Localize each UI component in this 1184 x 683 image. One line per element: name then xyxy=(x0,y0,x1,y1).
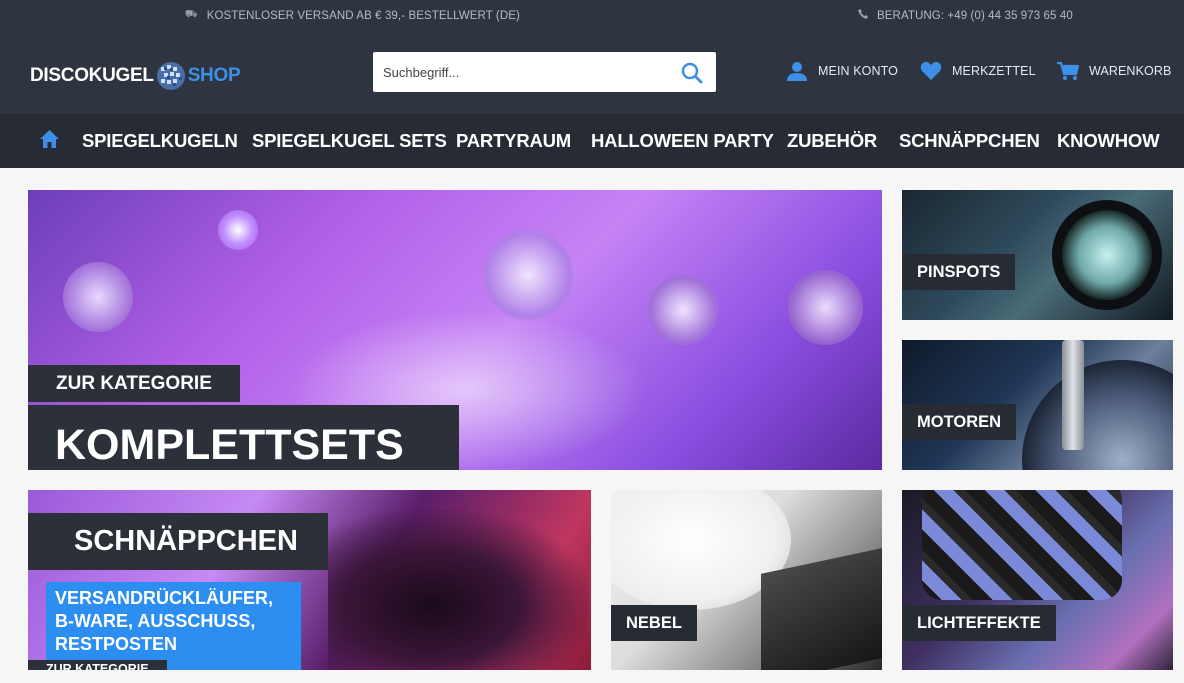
search-box xyxy=(373,52,716,92)
cart-icon xyxy=(1057,61,1079,80)
tile-label-motoren: MOTOREN xyxy=(902,404,1017,440)
account-link[interactable]: MEIN KONTO xyxy=(786,61,898,81)
nav-item-spiegelkugel-sets[interactable]: SPIEGELKUGEL SETS xyxy=(252,130,447,152)
banner-komplettsets[interactable]: ZUR KATEGORIE KOMPLETTSETS xyxy=(28,190,882,470)
tile-label-nebel: NEBEL xyxy=(611,605,697,641)
nav-item-schnaeppchen[interactable]: SCHNÄPPCHEN xyxy=(899,130,1040,152)
shipping-text: KOSTENLOSER VERSAND AB € 39,- BESTELLWER… xyxy=(206,9,520,22)
shop-logo[interactable]: DISCOKUGEL SHOP xyxy=(30,59,241,93)
sale-subtitle-line: VERSANDRÜCKLÄUFER, xyxy=(55,588,274,608)
sale-title: SCHNÄPPCHEN xyxy=(28,513,328,570)
banner-kicker: ZUR KATEGORIE xyxy=(28,365,240,402)
sale-subtitle-box: VERSANDRÜCKLÄUFER, B-WARE, AUSSCHUSS, RE… xyxy=(46,582,301,670)
sale-subtitle-line: B-WARE, AUSSCHUSS, xyxy=(55,611,256,631)
search-input[interactable] xyxy=(373,52,673,92)
disco-ball-image xyxy=(648,275,718,345)
disco-ball-image xyxy=(63,262,133,332)
shipping-info: ⛟ KOSTENLOSER VERSAND AB € 39,- BESTELLW… xyxy=(185,9,520,22)
nav-item-halloween-party[interactable]: HALLOWEEN PARTY xyxy=(591,130,774,152)
tile-lichteffekte[interactable]: LICHTEFFEKTE xyxy=(902,490,1173,670)
heart-icon xyxy=(920,61,942,80)
cart-label: WARENKORB xyxy=(1089,64,1172,78)
phone-text: BERATUNG: +49 (0) 44 35 973 65 40 xyxy=(877,9,1073,22)
tile-label-lichteffekte: LICHTEFFEKTE xyxy=(902,605,1056,641)
tile-nebel[interactable]: NEBEL xyxy=(611,490,882,670)
cart-link[interactable]: WARENKORB xyxy=(1057,61,1171,81)
nav-item-zubehoer[interactable]: ZUBEHÖR xyxy=(787,130,877,152)
truck-icon: ⛟ xyxy=(185,9,198,20)
logo-text-part2: SHOP xyxy=(187,65,241,86)
nav-item-knowhow[interactable]: KNOWHOW xyxy=(1057,130,1160,152)
phone-info[interactable]: BERATUNG: +49 (0) 44 35 973 65 40 xyxy=(858,9,1073,22)
spotlight-image xyxy=(218,210,258,250)
nav-item-partyraum[interactable]: PARTYRAUM xyxy=(456,130,571,152)
disco-ball-image xyxy=(483,230,573,320)
phone-icon xyxy=(858,9,868,22)
logo-text-part1: DISCOKUGEL xyxy=(30,65,154,86)
disco-ball-image xyxy=(788,270,863,345)
banner-title: KOMPLETTSETS xyxy=(28,405,459,470)
main-navigation: SPIEGELKUGELN SPIEGELKUGEL SETS PARTYRAU… xyxy=(0,114,1184,168)
tile-pinspots[interactable]: PINSPOTS xyxy=(902,190,1173,320)
tile-motoren[interactable]: MOTOREN xyxy=(902,340,1173,470)
sale-subtitle-line: RESTPOSTEN xyxy=(55,634,178,654)
motor-image xyxy=(1062,340,1084,450)
mirror-ball-image xyxy=(1022,360,1173,470)
account-label: MEIN KONTO xyxy=(818,64,898,78)
home-icon[interactable] xyxy=(39,129,60,150)
light-effect-image xyxy=(922,490,1122,600)
wishlist-label: MERKZETTEL xyxy=(952,64,1036,78)
pinspot-image xyxy=(1052,200,1162,310)
user-icon xyxy=(787,62,807,81)
sale-kicker: ZUR KATEGORIE xyxy=(28,660,167,670)
header: ⛟ KOSTENLOSER VERSAND AB € 39,- BESTELLW… xyxy=(0,0,1184,114)
crowd-silhouette-image xyxy=(328,510,588,670)
disco-ball-logo-icon xyxy=(156,62,185,90)
wishlist-link[interactable]: MERKZETTEL xyxy=(920,61,1036,81)
nav-item-spiegelkugeln[interactable]: SPIEGELKUGELN xyxy=(82,130,238,152)
tile-label-pinspots: PINSPOTS xyxy=(902,254,1016,290)
search-icon[interactable] xyxy=(680,61,704,85)
banner-schnaeppchen[interactable]: SCHNÄPPCHEN VERSANDRÜCKLÄUFER, B-WARE, A… xyxy=(28,490,591,670)
